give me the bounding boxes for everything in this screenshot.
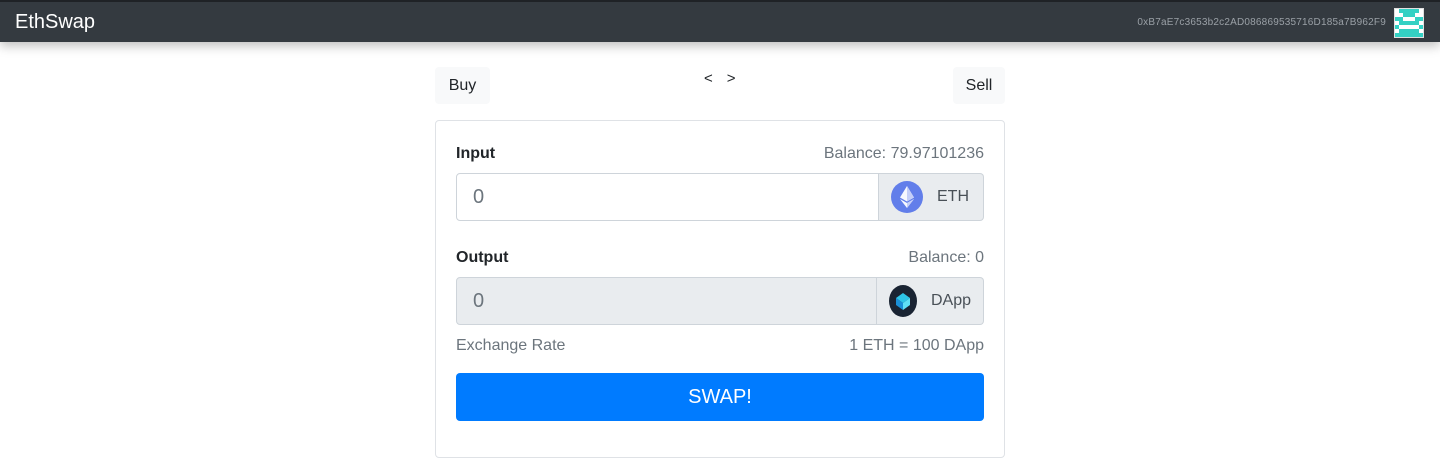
input-balance: Balance: 79.97101236 [823,145,984,162]
identicon-avatar-icon [1394,8,1424,38]
brand-link[interactable]: EthSwap [15,11,95,34]
ethereum-icon [891,181,923,213]
output-token-label: DApp [930,292,971,309]
output-balance: Balance: 0 [908,249,984,266]
sell-button[interactable]: Sell [953,67,1005,104]
direction-arrows: < > [704,70,736,87]
exchange-rate-label: Exchange Rate [456,337,566,354]
output-token-addon: DApp [877,277,984,325]
input-token-label: ETH [937,188,969,205]
input-token-addon: ETH [879,173,984,221]
next-arrow[interactable]: > [727,70,736,87]
buy-button[interactable]: Buy [435,67,490,104]
output-label: Output [456,249,509,266]
input-group: ETH [456,173,984,221]
dapp-token-icon [889,285,917,317]
output-amount-field [456,277,877,325]
input-label: Input [456,145,496,162]
swap-button[interactable]: SWAP! [456,373,984,421]
account-address: 0xB7aE7c3653b2c2AD086869535716D185a7B962… [1137,17,1386,28]
input-amount-field[interactable] [456,173,879,221]
navbar: EthSwap 0xB7aE7c3653b2c2AD086869535716D1… [0,0,1440,42]
prev-arrow[interactable]: < [704,70,713,87]
output-group: DApp [456,277,984,325]
exchange-rate-value: 1 ETH = 100 DApp [849,337,984,354]
